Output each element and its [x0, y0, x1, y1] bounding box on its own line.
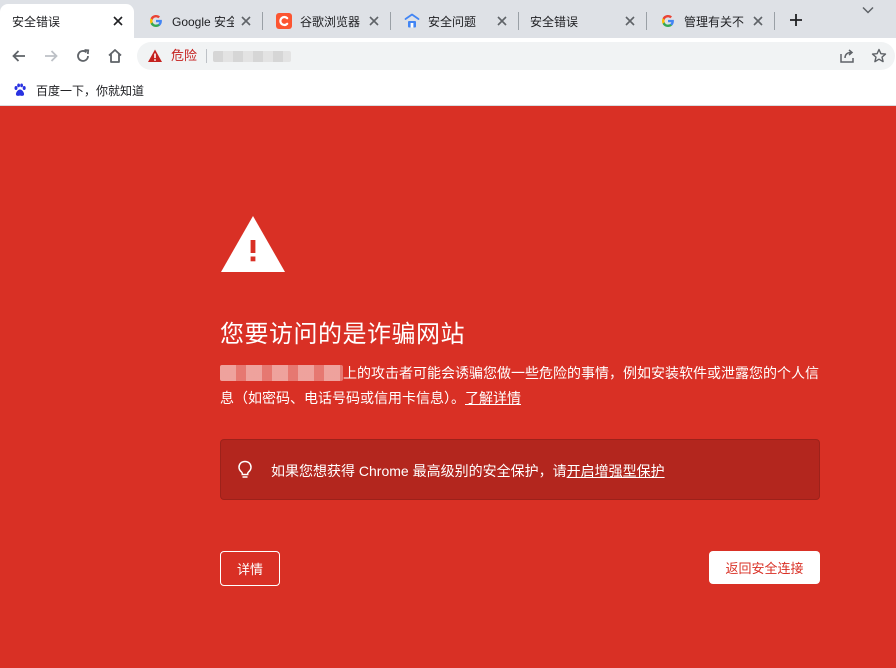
- danger-warning-icon: [221, 216, 285, 272]
- home-icon: [108, 49, 122, 63]
- tab-title: 安全错误: [12, 14, 61, 29]
- warning-triangle-icon[interactable]: [147, 48, 163, 64]
- tab-google-security[interactable]: Google 安全: [134, 4, 262, 38]
- tab-security-error-active[interactable]: 安全错误: [0, 4, 134, 38]
- tip-text: 如果您想获得 Chrome 最高级别的安全保护，请开启增强型保护: [271, 461, 665, 481]
- learn-more-link[interactable]: 了解详情: [465, 390, 521, 406]
- back-to-safety-button[interactable]: 返回安全连接: [709, 551, 820, 584]
- tab-title: 谷歌浏览器: [300, 14, 361, 29]
- reload-button[interactable]: [71, 44, 95, 68]
- tab-strip: 安全错误 Google 安全 谷歌浏览器 安全问题 安全错误 管理有关不: [0, 0, 896, 38]
- omnibox-divider: [206, 49, 207, 63]
- back-arrow-icon: [12, 50, 25, 62]
- close-icon[interactable]: [366, 13, 382, 29]
- close-icon[interactable]: [622, 13, 638, 29]
- share-icon: [840, 49, 854, 63]
- warning-description: 上的攻击者可能会诱骗您做一些危险的事情，例如安装软件或泄露您的个人信息（如密码、…: [220, 361, 820, 411]
- bookmarks-bar: 百度一下，你就知道: [0, 74, 896, 106]
- forward-arrow-icon: [45, 50, 58, 62]
- tab-separator: [774, 12, 775, 30]
- lightbulb-icon: [238, 460, 252, 478]
- close-icon[interactable]: [238, 13, 254, 29]
- enhanced-protection-tip: 如果您想获得 Chrome 最高级别的安全保护，请开启增强型保护: [220, 439, 820, 500]
- close-icon[interactable]: [750, 13, 766, 29]
- google-g-icon: [660, 13, 676, 29]
- forward-button[interactable]: [39, 44, 63, 68]
- tab-manage-settings[interactable]: 管理有关不: [646, 4, 774, 38]
- tab-search-button[interactable]: [858, 2, 878, 18]
- page-title: 您要访问的是诈骗网站: [220, 321, 465, 348]
- bookmark-star-button[interactable]: [869, 46, 889, 66]
- share-button[interactable]: [837, 46, 857, 66]
- csdn-c-icon: [276, 13, 292, 29]
- chevron-down-icon: [862, 6, 874, 14]
- tab-title: 管理有关不: [684, 14, 745, 29]
- tab-title: 安全问题: [428, 14, 477, 29]
- tip-prefix: 如果您想获得 Chrome 最高级别的安全保护，请: [271, 463, 567, 479]
- tab-security-issue[interactable]: 安全问题: [390, 4, 518, 38]
- tab-title: 安全错误: [530, 14, 579, 29]
- safe-browsing-interstitial: 您要访问的是诈骗网站 上的攻击者可能会诱骗您做一些危险的事情，例如安装软件或泄露…: [0, 107, 896, 668]
- chrome-help-icon: [404, 13, 420, 29]
- bookmark-baidu[interactable]: 百度一下，你就知道: [8, 79, 148, 101]
- bookmark-label: 百度一下，你就知道: [36, 83, 145, 98]
- google-g-icon: [148, 13, 164, 29]
- baidu-paw-icon: [12, 82, 28, 98]
- address-bar[interactable]: 危险: [137, 42, 895, 70]
- star-icon: [871, 48, 887, 63]
- close-icon[interactable]: [110, 13, 126, 29]
- security-chip-label[interactable]: 危险: [171, 48, 197, 64]
- reload-icon: [77, 49, 90, 62]
- enable-enhanced-protection-link[interactable]: 开启增强型保护: [567, 463, 665, 479]
- site-host-redacted: [220, 365, 343, 381]
- tab-chrome-browser[interactable]: 谷歌浏览器: [262, 4, 390, 38]
- browser-toolbar: 危险: [0, 38, 896, 74]
- tab-security-error[interactable]: 安全错误: [518, 4, 646, 38]
- plus-icon: [790, 14, 802, 26]
- close-icon[interactable]: [494, 13, 510, 29]
- url-redacted[interactable]: [213, 51, 291, 62]
- new-tab-button[interactable]: [784, 8, 808, 32]
- back-button[interactable]: [7, 44, 31, 68]
- tab-title: Google 安全: [172, 14, 234, 29]
- details-button[interactable]: 详情: [220, 551, 280, 586]
- home-button[interactable]: [103, 44, 127, 68]
